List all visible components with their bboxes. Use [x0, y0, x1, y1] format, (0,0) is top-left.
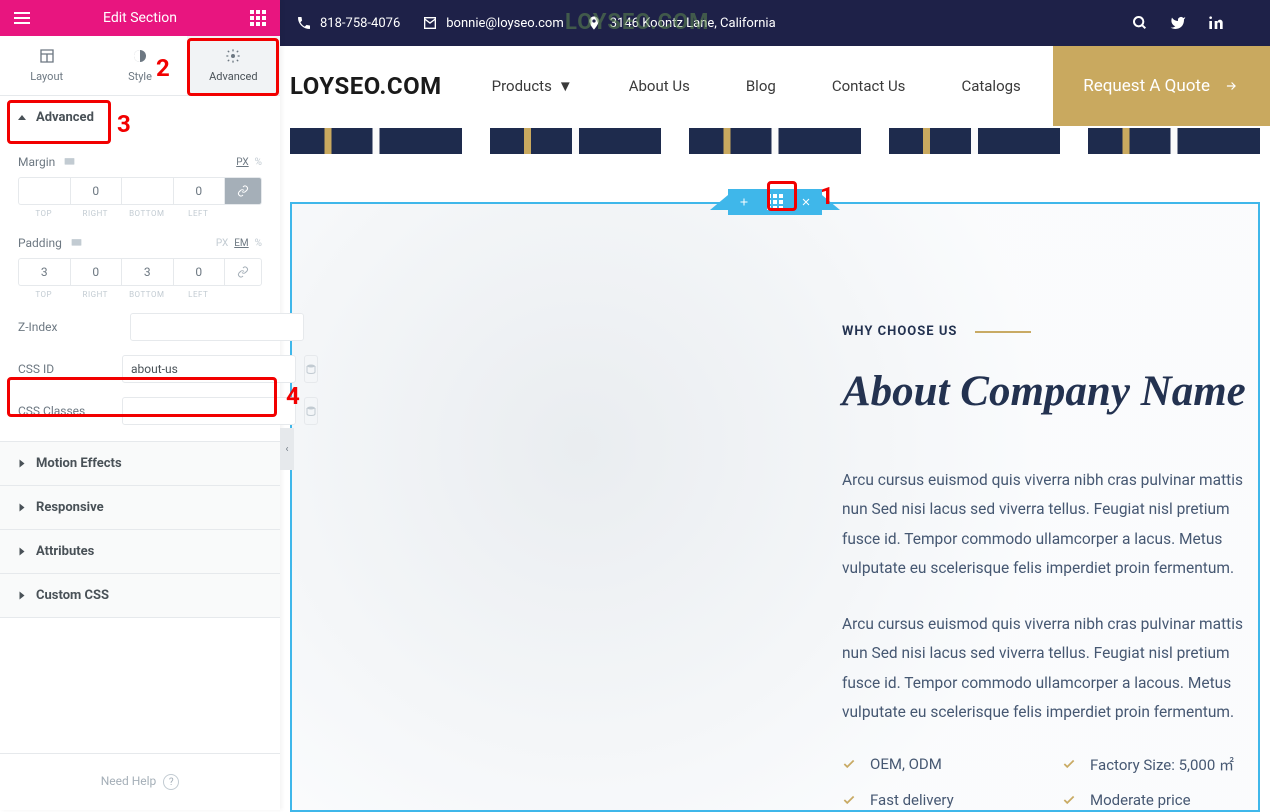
- tab-layout-label: Layout: [30, 70, 63, 83]
- tab-advanced-label: Advanced: [209, 70, 257, 83]
- accordion-advanced: Advanced Margin PX % TOP RIGHT BOTTOM LE…: [0, 96, 280, 442]
- cssid-input[interactable]: [122, 355, 296, 383]
- feature-item: Fast delivery: [842, 791, 1052, 809]
- search-icon[interactable]: [1132, 15, 1148, 31]
- sidebar-title: Edit Section: [103, 10, 177, 26]
- accordion-responsive: Responsive: [0, 486, 280, 530]
- editor-tabs: Layout Style Advanced: [0, 36, 280, 96]
- zindex-label: Z-Index: [18, 320, 114, 334]
- thumbnail[interactable]: [689, 128, 861, 154]
- margin-bottom[interactable]: [121, 177, 173, 205]
- tab-style-label: Style: [128, 70, 152, 83]
- desktop-icon[interactable]: [63, 156, 76, 169]
- help-link[interactable]: Need Help ?: [0, 753, 280, 811]
- tab-advanced[interactable]: Advanced: [187, 36, 280, 95]
- accordion-customcss-head[interactable]: Custom CSS: [0, 574, 280, 617]
- caret-down-icon: [18, 115, 26, 120]
- cssclasses-input[interactable]: [122, 397, 296, 425]
- accordion-advanced-label: Advanced: [36, 110, 94, 125]
- zindex-input[interactable]: [130, 313, 304, 341]
- accordion-advanced-head[interactable]: Advanced: [0, 96, 280, 139]
- delete-section-icon[interactable]: [800, 196, 812, 208]
- padding-label: Padding: [18, 236, 62, 250]
- padding-right[interactable]: [70, 258, 122, 286]
- cssclasses-label: CSS Classes: [18, 404, 114, 418]
- nav-catalogs[interactable]: Catalogs: [961, 77, 1020, 95]
- caret-right-icon: [20, 504, 25, 512]
- padding-link-toggle[interactable]: [224, 258, 262, 286]
- selected-section[interactable]: WHY CHOOSE US About Company Name Arcu cu…: [290, 202, 1260, 812]
- twitter-icon[interactable]: [1170, 15, 1186, 31]
- help-icon: ?: [163, 774, 179, 790]
- nav-blog[interactable]: Blog: [746, 77, 776, 95]
- feature-item: OEM, ODM: [842, 754, 1052, 775]
- margin-right[interactable]: [70, 177, 122, 205]
- feature-list: OEM, ODM Factory Size: 5,000 ㎡ Fast deli…: [842, 754, 1258, 809]
- unit-pct[interactable]: %: [255, 157, 262, 168]
- add-section-icon[interactable]: [738, 196, 750, 208]
- request-quote-button[interactable]: Request A Quote: [1053, 46, 1270, 126]
- accordion-motion: Motion Effects: [0, 442, 280, 486]
- site-logo[interactable]: LOYSEO.COM: [290, 72, 442, 100]
- topbar-phone[interactable]: 818-758-4076: [296, 15, 400, 31]
- thumbnail[interactable]: [1088, 128, 1260, 154]
- section-eyebrow: WHY CHOOSE US: [842, 324, 1258, 339]
- tab-style[interactable]: Style: [93, 36, 186, 95]
- product-thumbnails: [280, 128, 1270, 154]
- accordion-responsive-head[interactable]: Responsive: [0, 486, 280, 529]
- section-headline: About Company Name: [842, 367, 1258, 416]
- desktop-icon[interactable]: [70, 237, 83, 250]
- padding-bottom[interactable]: [121, 258, 173, 286]
- unit-px[interactable]: PX: [216, 238, 228, 249]
- padding-top[interactable]: [18, 258, 70, 286]
- nav-menu: Products ▼ About Us Blog Contact Us Cata…: [492, 77, 1021, 95]
- margin-inputs: TOP RIGHT BOTTOM LEFT: [18, 177, 262, 218]
- accordion-customcss: Custom CSS: [0, 574, 280, 618]
- preview-canvas: 818-758-4076 bonnie@loyseo.com 3146 Koon…: [280, 0, 1270, 810]
- tab-layout[interactable]: Layout: [0, 36, 93, 95]
- caret-right-icon: [20, 460, 25, 468]
- sidebar-header: Edit Section: [0, 0, 280, 36]
- sidebar-collapse-button[interactable]: ‹: [280, 428, 294, 470]
- apps-icon[interactable]: [244, 4, 272, 32]
- margin-top[interactable]: [18, 177, 70, 205]
- linkedin-icon[interactable]: [1208, 15, 1224, 31]
- edit-section-icon[interactable]: [762, 189, 788, 215]
- caret-right-icon: [20, 548, 25, 556]
- unit-px[interactable]: PX: [236, 157, 248, 168]
- accordion-motion-head[interactable]: Motion Effects: [0, 442, 280, 485]
- unit-pct[interactable]: %: [255, 238, 262, 249]
- section-handle: [710, 189, 840, 215]
- margin-left[interactable]: [173, 177, 225, 205]
- editor-sidebar: Edit Section Layout Style Advanced Advan…: [0, 0, 280, 810]
- chevron-down-icon: ▼: [558, 77, 573, 95]
- margin-link-toggle[interactable]: [224, 177, 262, 205]
- margin-label: Margin: [18, 155, 55, 169]
- site-navbar: LOYSEO.COM Products ▼ About Us Blog Cont…: [280, 46, 1270, 126]
- feature-item: Moderate price: [1062, 791, 1270, 809]
- padding-inputs: TOP RIGHT BOTTOM LEFT: [18, 258, 262, 299]
- topbar-email[interactable]: bonnie@loyseo.com: [422, 15, 564, 31]
- menu-icon[interactable]: [8, 4, 36, 32]
- unit-em[interactable]: EM: [234, 238, 248, 249]
- dynamic-tag-icon[interactable]: [304, 397, 318, 425]
- accordion-attributes-head[interactable]: Attributes: [0, 530, 280, 573]
- feature-item: Factory Size: 5,000 ㎡: [1062, 754, 1270, 775]
- nav-products[interactable]: Products ▼: [492, 77, 573, 95]
- about-paragraph: Arcu cursus euismod quis viverra nibh cr…: [842, 610, 1258, 728]
- nav-about[interactable]: About Us: [629, 77, 690, 95]
- padding-left[interactable]: [173, 258, 225, 286]
- caret-right-icon: [20, 592, 25, 600]
- topbar-address: 3146 Koontz Lane, California: [586, 15, 776, 31]
- cssid-label: CSS ID: [18, 362, 114, 376]
- about-paragraph: Arcu cursus euismod quis viverra nibh cr…: [842, 466, 1258, 584]
- nav-contact[interactable]: Contact Us: [832, 77, 906, 95]
- thumbnail[interactable]: [490, 128, 662, 154]
- site-topbar: 818-758-4076 bonnie@loyseo.com 3146 Koon…: [280, 0, 1270, 46]
- thumbnail[interactable]: [889, 128, 1061, 154]
- accordion-attributes: Attributes: [0, 530, 280, 574]
- dynamic-tag-icon[interactable]: [304, 355, 318, 383]
- thumbnail[interactable]: [290, 128, 462, 154]
